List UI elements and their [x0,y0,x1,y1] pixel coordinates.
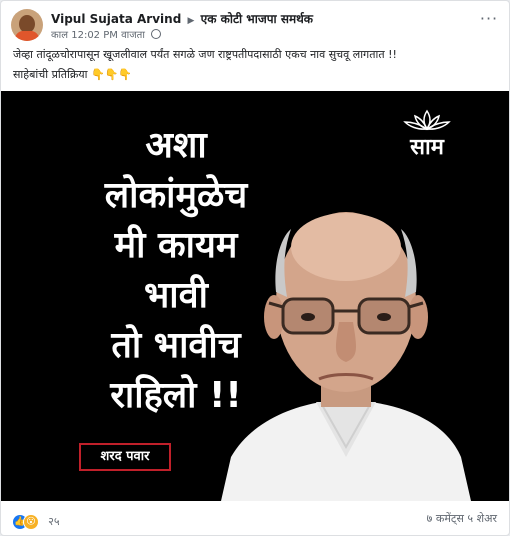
avatar-shirt [15,31,39,41]
post-card: Vipul Sujata Arvind ▶ एक कोटी भाजपा समर्… [0,0,510,536]
arrow-right-icon: ▶ [187,16,195,26]
logo-text: साम [410,135,444,160]
person-photo [221,212,471,501]
reactions-summary[interactable]: 👍😮 २५ [13,511,60,530]
reaction-count: २५ [48,515,60,528]
post-timestamp[interactable]: काल 12:02 PM वाजता [51,30,145,41]
more-options-icon[interactable]: ··· [479,11,499,29]
author-name[interactable]: Vipul Sujata Arvind [51,12,181,26]
pointing-down-emoji: 👇👇👇 [91,68,133,81]
lotus-icon [403,109,451,131]
post-image[interactable]: अशा लोकांमुळेच मी कायम भावी तो भावीच राह… [1,91,509,501]
post-text-line-2: साहेबांची प्रतिक्रिया 👇👇👇 [13,67,132,82]
post-header: Vipul Sujata Arvind ▶ एक कोटी भाजपा समर्… [11,9,499,41]
saam-logo: साम [395,109,459,163]
post-footer: 👍😮 २५ ७ कमेंट्स ५ शेअर [1,501,509,535]
post-text-line-1: जेव्हा तांदूळचोरापासून खूजलीवाल पर्यंत स… [13,48,397,61]
post-text-reaction: साहेबांची प्रतिक्रिया [13,68,88,81]
image-caption: शरद पवार [79,443,171,471]
author-avatar[interactable] [11,9,43,41]
quote-line: अशा [145,125,207,166]
post-meta: काल 12:02 PM वाजता [51,27,162,41]
comments-shares[interactable]: ७ कमेंट्स ५ शेअर [427,511,497,526]
globe-icon [151,29,162,39]
group-name[interactable]: एक कोटी भाजपा समर्थक [201,12,313,26]
post-author-line: Vipul Sujata Arvind ▶ एक कोटी भाजपा समर्… [51,10,313,27]
wow-icon: 😮 [23,513,39,530]
